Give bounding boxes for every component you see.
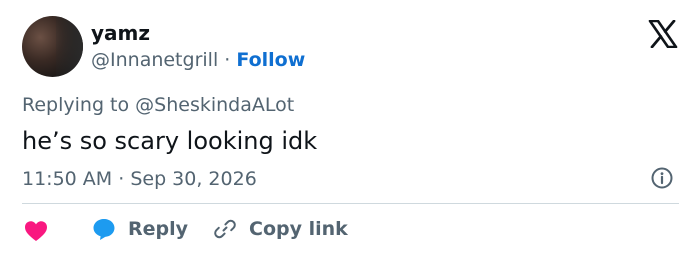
author-handle-row: @Innanetgrill · Follow [91,47,305,73]
tweet-text: he’s so scary looking idk [22,127,318,155]
like-button[interactable] [24,218,48,244]
speech-bubble-icon [93,219,115,240]
tweet-timestamp[interactable]: 11:50 AM · Sep 30, 2026 [22,166,257,192]
replying-to-line: Replying to @SheskindaALot [22,92,294,118]
copy-link-label: Copy link [249,218,348,240]
timestamp-separator: · [118,168,125,190]
x-logo-icon[interactable] [648,20,678,48]
reply-button[interactable]: Reply [92,216,188,242]
handle-separator: · [224,49,231,71]
link-icon [214,219,236,239]
tweet-date: Sep 30, 2026 [130,168,257,190]
author-handle[interactable]: @Innanetgrill [91,49,218,71]
info-icon[interactable] [650,166,674,190]
avatar[interactable] [22,16,83,77]
replying-to-mention[interactable]: @SheskindaALot [135,94,294,116]
divider [22,203,679,204]
tweet-time: 11:50 AM [22,168,113,190]
avatar-image-shade [55,16,83,77]
reply-label: Reply [128,218,189,240]
follow-link[interactable]: Follow [236,49,305,71]
heart-icon [25,221,47,241]
copy-link-button[interactable]: Copy link [213,216,348,242]
author-name[interactable]: yamz [91,20,150,46]
replying-to-prefix: Replying to [22,94,130,116]
